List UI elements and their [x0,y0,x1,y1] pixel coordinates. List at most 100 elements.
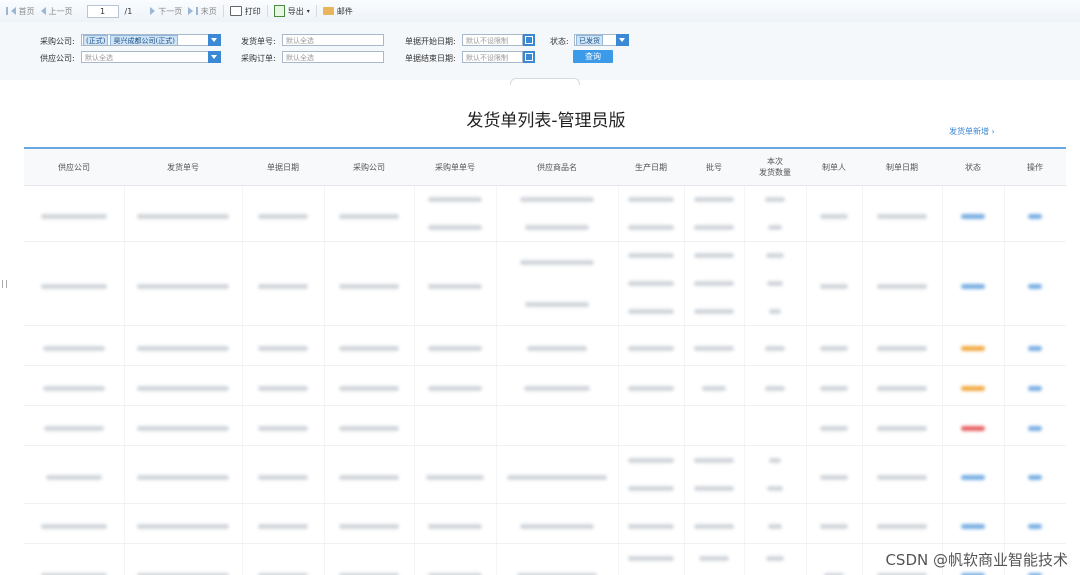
blurred-cell [324,405,415,446]
purchase-company-dropdown-icon[interactable] [208,34,221,46]
export-button[interactable]: 导出 ▾ [273,5,310,17]
table-row[interactable] [24,185,1066,242]
row-action-link[interactable] [1004,365,1066,406]
blurred-cell [124,185,243,242]
status-badge [942,185,1005,242]
blurred-cell [684,503,745,544]
first-page-button[interactable]: 首页 [6,6,35,17]
query-button[interactable]: 查询 [573,50,613,63]
blurred-cell [124,503,243,544]
row-action-link[interactable] [1004,241,1066,326]
blurred-cell [414,365,497,406]
row-action-link[interactable] [1004,405,1066,446]
print-button[interactable]: 打印 [229,6,261,17]
blurred-cell [744,365,807,406]
collapse-panel-handle[interactable] [510,78,580,85]
blurred-cell [324,365,415,406]
blurred-cell [806,445,863,504]
purchase-company-select[interactable]: (正式) 昊兴成都公司(正式) [81,34,209,46]
column-header: 采购公司 [324,149,414,186]
blurred-cell [24,503,125,544]
new-delivery-link[interactable]: 发货单新增 › [949,126,995,137]
calendar-icon[interactable] [523,34,535,46]
blurred-cell [744,543,807,575]
status-select[interactable]: 已发货 [574,34,617,46]
blurred-cell [324,543,415,575]
blurred-cell [862,185,943,242]
blurred-cell [744,241,807,326]
export-label: 导出 [287,6,304,16]
blurred-cell [684,325,745,366]
purchase-company-label: 采购公司: [40,37,75,46]
mail-icon [322,7,334,15]
blurred-cell [496,445,619,504]
blurred-cell [24,241,125,326]
supplier-company-label: 供应公司: [40,54,75,63]
table-row[interactable] [24,445,1066,504]
start-date-input[interactable]: 默认不设限制 [462,34,523,46]
status-badge [942,445,1005,504]
blurred-cell [862,241,943,326]
next-page-button[interactable]: 下一页 [150,6,182,17]
resize-handle[interactable] [2,280,7,288]
page-number-input[interactable]: 1 [86,4,119,18]
page-total: /1 [124,6,133,16]
table-header-row: 供应公司 发货单号 单据日期 采购公司 采购单单号 供应商品名 生产日期 批号 … [24,149,1066,186]
status-badge [942,503,1005,544]
row-action-link[interactable] [1004,325,1066,366]
status-dropdown-icon[interactable] [616,34,629,46]
mail-button[interactable]: 邮件 [322,6,353,17]
blurred-cell [496,185,619,242]
table-row[interactable] [24,405,1066,446]
table-row[interactable] [24,325,1066,366]
blurred-cell [124,445,243,504]
blurred-cell [242,241,325,326]
blurred-cell [124,241,243,326]
blurred-cell [806,503,863,544]
blurred-cell [414,405,497,446]
blurred-cell [124,405,243,446]
blurred-cell [124,325,243,366]
blurred-cell [744,185,807,242]
supplier-company-dropdown-icon[interactable] [208,51,221,63]
blurred-cell [414,325,497,366]
blurred-cell [24,365,125,406]
table-row[interactable] [24,241,1066,326]
next-page-label: 下一页 [158,6,183,16]
page-title: 发货单列表-管理员版 [466,111,626,131]
table-row[interactable] [24,365,1066,406]
blurred-cell [862,445,943,504]
purchase-order-input[interactable]: 默认全选 [282,51,384,63]
blurred-cell [414,185,497,242]
supplier-company-select[interactable]: 默认全选 [81,51,209,63]
print-label: 打印 [244,6,261,16]
status-chip: 已发货 [576,35,603,45]
blurred-cell [324,503,415,544]
delivery-no-input[interactable]: 默认全选 [282,34,384,46]
toolbar-divider [222,5,224,17]
row-action-link[interactable] [1004,503,1066,544]
blurred-cell [414,241,497,326]
blurred-cell [806,365,863,406]
blurred-cell [684,185,745,242]
row-action-link[interactable] [1004,185,1066,242]
column-header: 操作 [1004,149,1066,186]
column-header: 供应商品名 [496,149,618,186]
calendar-icon[interactable] [523,51,535,63]
status-badge [942,365,1005,406]
table-row[interactable] [24,503,1066,544]
blurred-cell [24,543,125,575]
blurred-cell [496,325,619,366]
blurred-cell [618,445,685,504]
blurred-cell [242,543,325,575]
status-label: 状态: [550,37,569,46]
row-action-link[interactable] [1004,445,1066,504]
column-header: 本次 发货数量 [744,149,806,186]
end-date-input[interactable]: 默认不设限制 [462,51,523,63]
last-page-button[interactable]: 末页 [188,6,217,17]
column-header: 状态 [942,149,1004,186]
prev-page-button[interactable]: 上一页 [40,6,73,17]
last-page-label: 末页 [200,6,217,16]
blurred-cell [242,185,325,242]
prev-page-label: 上一页 [48,6,73,16]
